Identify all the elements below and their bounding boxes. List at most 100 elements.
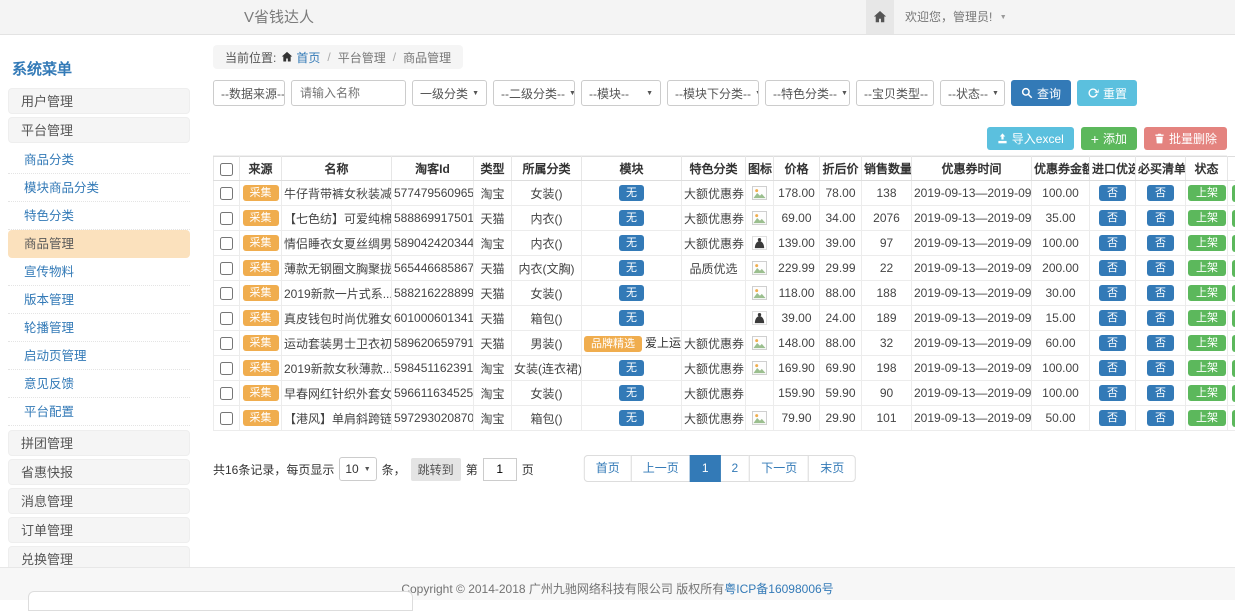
- sidebar-subitem-active[interactable]: 商品管理: [8, 230, 190, 258]
- breadcrumb-home-link[interactable]: 首页: [296, 49, 320, 66]
- level1-category-select[interactable]: 一级分类▼: [412, 80, 487, 106]
- sidebar-subitem[interactable]: 意见反馈: [8, 370, 190, 398]
- source-badge: 采集: [243, 285, 279, 302]
- import-select-toggle[interactable]: 否: [1099, 410, 1126, 427]
- pager-button[interactable]: 末页: [808, 455, 856, 482]
- breadcrumb-item[interactable]: 平台管理: [338, 49, 386, 66]
- row-checkbox[interactable]: [220, 412, 233, 425]
- sidebar-item[interactable]: 消息管理: [8, 488, 190, 514]
- sidebar-subitem[interactable]: 轮播管理: [8, 314, 190, 342]
- pager-button[interactable]: 1: [690, 455, 721, 482]
- edit-button[interactable]: [1232, 335, 1235, 352]
- status-button[interactable]: 上架: [1188, 335, 1226, 352]
- page-input[interactable]: [483, 458, 517, 481]
- must-buy-toggle[interactable]: 否: [1147, 335, 1174, 352]
- status-select[interactable]: --状态--▼: [940, 80, 1005, 106]
- must-buy-toggle[interactable]: 否: [1147, 235, 1174, 252]
- must-buy-toggle[interactable]: 否: [1147, 310, 1174, 327]
- sidebar-item[interactable]: 用户管理: [8, 88, 190, 114]
- sidebar-subitem[interactable]: 宣传物料: [8, 258, 190, 286]
- status-button[interactable]: 上架: [1188, 285, 1226, 302]
- pager-button[interactable]: 首页: [584, 455, 632, 482]
- import-select-toggle[interactable]: 否: [1099, 185, 1126, 202]
- status-button[interactable]: 上架: [1188, 210, 1226, 227]
- sidebar-item[interactable]: 拼团管理: [8, 430, 190, 456]
- sidebar-subitem[interactable]: 特色分类: [8, 202, 190, 230]
- row-checkbox[interactable]: [220, 362, 233, 375]
- select-all-checkbox[interactable]: [220, 163, 233, 176]
- sidebar-subitem[interactable]: 启动页管理: [8, 342, 190, 370]
- edit-button[interactable]: [1232, 360, 1235, 377]
- module-select[interactable]: --模块--▼: [581, 80, 661, 106]
- data-source-select[interactable]: --数据来源--▼: [213, 80, 285, 106]
- edit-button[interactable]: [1232, 260, 1235, 277]
- import-select-toggle[interactable]: 否: [1099, 285, 1126, 302]
- sidebar-subitem[interactable]: 版本管理: [8, 286, 190, 314]
- import-excel-button[interactable]: 导入excel: [987, 127, 1074, 150]
- import-select-toggle[interactable]: 否: [1099, 335, 1126, 352]
- edit-button[interactable]: [1232, 235, 1235, 252]
- must-buy-toggle[interactable]: 否: [1147, 185, 1174, 202]
- item-type-select[interactable]: --宝贝类型--▼: [856, 80, 934, 106]
- source-badge: 采集: [243, 260, 279, 277]
- edit-button[interactable]: [1232, 185, 1235, 202]
- jump-button[interactable]: 跳转到: [411, 458, 461, 481]
- user-menu[interactable]: 欢迎您，管理员! ▼: [905, 0, 1007, 35]
- sidebar-subitem[interactable]: 模块商品分类: [8, 174, 190, 202]
- source-cell: 采集: [240, 256, 282, 281]
- must-buy-toggle[interactable]: 否: [1147, 260, 1174, 277]
- feature-category-select[interactable]: --特色分类--▼: [765, 80, 850, 106]
- row-checkbox[interactable]: [220, 212, 233, 225]
- must-buy-toggle[interactable]: 否: [1147, 410, 1174, 427]
- pager-button[interactable]: 下一页: [749, 455, 809, 482]
- sidebar-item[interactable]: 订单管理: [8, 517, 190, 543]
- status-button[interactable]: 上架: [1188, 385, 1226, 402]
- breadcrumb-item[interactable]: 商品管理: [403, 49, 451, 66]
- batch-delete-button[interactable]: 批量删除: [1144, 127, 1227, 150]
- row-checkbox[interactable]: [220, 187, 233, 200]
- add-button[interactable]: + 添加: [1081, 127, 1137, 150]
- per-page-select[interactable]: 10 ▼: [339, 457, 376, 481]
- sidebar-item[interactable]: 平台管理: [8, 117, 190, 143]
- row-checkbox[interactable]: [220, 287, 233, 300]
- search-button[interactable]: 查询: [1011, 80, 1071, 106]
- module-subcategory-select[interactable]: --模块下分类--▼: [667, 80, 759, 106]
- select-value: --模块--: [589, 85, 629, 102]
- row-checkbox[interactable]: [220, 387, 233, 400]
- status-button[interactable]: 上架: [1188, 260, 1226, 277]
- icp-link[interactable]: 粤ICP备16098006号: [724, 582, 833, 596]
- status-button[interactable]: 上架: [1188, 310, 1226, 327]
- must-buy-toggle[interactable]: 否: [1147, 385, 1174, 402]
- pager-button[interactable]: 上一页: [631, 455, 691, 482]
- edit-button[interactable]: [1232, 310, 1235, 327]
- import-select-toggle[interactable]: 否: [1099, 360, 1126, 377]
- name-input[interactable]: [291, 80, 406, 106]
- must-buy-toggle[interactable]: 否: [1147, 210, 1174, 227]
- home-icon-button[interactable]: [866, 0, 894, 34]
- must-buy-toggle[interactable]: 否: [1147, 285, 1174, 302]
- row-checkbox[interactable]: [220, 262, 233, 275]
- reset-button[interactable]: 重置: [1077, 80, 1137, 106]
- import-select-toggle[interactable]: 否: [1099, 235, 1126, 252]
- import-select-toggle[interactable]: 否: [1099, 385, 1126, 402]
- status-button[interactable]: 上架: [1188, 235, 1226, 252]
- status-button[interactable]: 上架: [1188, 185, 1226, 202]
- row-checkbox[interactable]: [220, 237, 233, 250]
- sidebar-subitem[interactable]: 平台配置: [8, 398, 190, 426]
- level2-category-select[interactable]: --二级分类--▼: [493, 80, 575, 106]
- pager-button[interactable]: 2: [720, 455, 751, 482]
- edit-button[interactable]: [1232, 385, 1235, 402]
- import-select-toggle[interactable]: 否: [1099, 310, 1126, 327]
- status-button[interactable]: 上架: [1188, 360, 1226, 377]
- edit-button[interactable]: [1232, 410, 1235, 427]
- sidebar-item[interactable]: 省惠快报: [8, 459, 190, 485]
- status-button[interactable]: 上架: [1188, 410, 1226, 427]
- import-select-toggle[interactable]: 否: [1099, 260, 1126, 277]
- import-select-toggle[interactable]: 否: [1099, 210, 1126, 227]
- edit-button[interactable]: [1232, 285, 1235, 302]
- row-checkbox[interactable]: [220, 337, 233, 350]
- must-buy-toggle[interactable]: 否: [1147, 360, 1174, 377]
- edit-button[interactable]: [1232, 210, 1235, 227]
- sidebar-subitem[interactable]: 商品分类: [8, 146, 190, 174]
- row-checkbox[interactable]: [220, 312, 233, 325]
